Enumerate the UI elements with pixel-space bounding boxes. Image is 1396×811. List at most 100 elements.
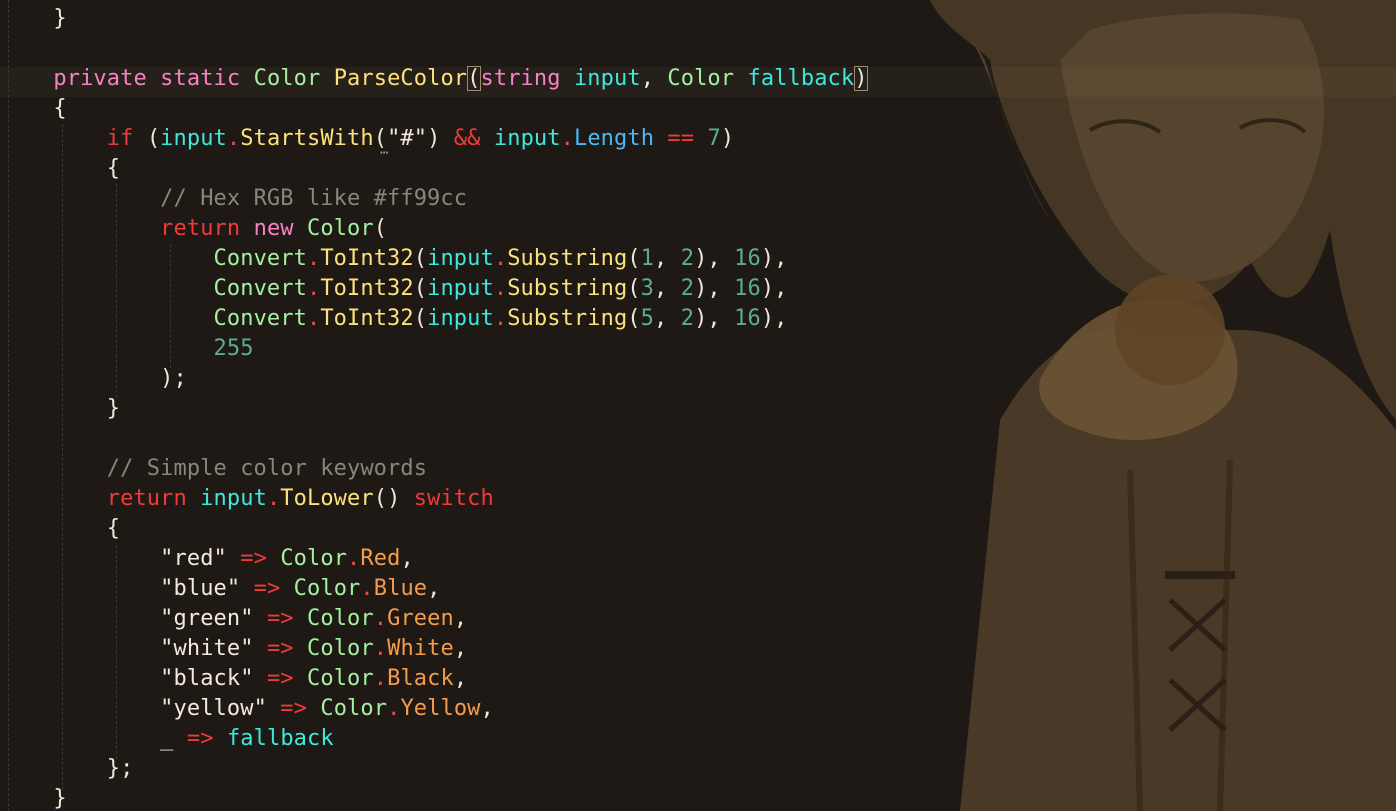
code-line[interactable]: "red" => Color.Red,	[0, 544, 868, 574]
code-token-enum: Yellow	[400, 696, 481, 721]
code-line[interactable]: "black" => Color.Black,	[0, 664, 868, 694]
code-line[interactable]: }	[0, 784, 868, 811]
code-token-string: "green"	[160, 606, 254, 631]
code-line[interactable]: {	[0, 514, 868, 544]
code-line[interactable]: Convert.ToInt32(input.Substring(1, 2), 1…	[0, 244, 868, 274]
code-token-control: =>	[253, 576, 281, 601]
code-token-param: input	[200, 486, 267, 511]
code-token-punct: (	[467, 66, 481, 91]
code-token-number: 3	[640, 276, 655, 301]
code-token-dot: .	[493, 276, 508, 301]
code-token-param: input	[427, 306, 494, 331]
code-token-method: ToInt32	[320, 306, 414, 331]
code-token-dot: .	[306, 246, 321, 271]
code-token-control: =>	[186, 726, 214, 751]
code-token-punct: ),	[694, 246, 735, 271]
code-line[interactable]: {	[0, 94, 868, 124]
code-token-punct: ,	[654, 246, 681, 271]
code-token-keyword: new	[253, 216, 294, 241]
code-line[interactable]: "white" => Color.White,	[0, 634, 868, 664]
code-token-punct: ,	[480, 696, 494, 721]
code-token-dot: .	[387, 696, 401, 721]
code-text-area[interactable]: } private static Color ParseColor(string…	[0, 4, 868, 811]
code-token-param: input	[427, 276, 494, 301]
code-token-number: 2	[680, 276, 695, 301]
code-token-plain: {	[0, 156, 121, 181]
code-token-type: Color	[307, 216, 374, 241]
code-token-control: =>	[266, 636, 294, 661]
code-line[interactable]: "blue" => Color.Blue,	[0, 574, 868, 604]
code-token-string: "red"	[160, 546, 227, 571]
code-token-punct: ,	[453, 636, 468, 661]
code-line[interactable]: 255	[0, 334, 868, 364]
code-token-type: Color	[293, 576, 361, 601]
code-line[interactable]: Convert.ToInt32(input.Substring(3, 2), 1…	[0, 274, 868, 304]
code-line[interactable]: "green" => Color.Green,	[0, 604, 868, 634]
code-token-punct: ),	[694, 276, 735, 301]
code-hint-ellipsis[interactable]: ⋯	[380, 145, 388, 161]
code-token-type: Convert	[213, 246, 307, 271]
code-token-punct: (	[627, 246, 641, 271]
code-line[interactable]: }	[0, 394, 868, 424]
code-line[interactable]: }	[0, 4, 868, 34]
code-token-number: 2	[680, 306, 695, 331]
code-token-param: input	[427, 246, 494, 271]
code-line[interactable]: };	[0, 754, 868, 784]
code-line[interactable]	[0, 424, 868, 454]
code-token-type: Color	[253, 66, 321, 91]
code-token-punct: ),	[760, 306, 788, 331]
code-token-dot: .	[493, 246, 508, 271]
code-line[interactable]: // Simple color keywords	[0, 454, 868, 484]
code-token-punct: ,	[453, 666, 468, 691]
code-line[interactable]: private static Color ParseColor(string i…	[0, 64, 868, 94]
code-token-punct: ,	[654, 276, 681, 301]
code-token-type: Color	[320, 696, 388, 721]
code-line[interactable]: );	[0, 364, 868, 394]
code-line[interactable]: if (input.StartsWith("#") && input.Lengt…	[0, 124, 868, 154]
code-token-enum: White	[387, 636, 454, 661]
code-line[interactable]: {	[0, 154, 868, 184]
code-token-method: ToInt32	[320, 276, 414, 301]
code-token-plain: {	[0, 96, 67, 121]
code-token-keyword: private	[53, 66, 147, 91]
code-line[interactable]: return input.ToLower() switch	[0, 484, 868, 514]
code-token-plain: }	[0, 6, 67, 31]
code-token-punct: )	[427, 126, 454, 151]
code-token-punct: ()	[373, 486, 414, 511]
code-line[interactable]: "yellow" => Color.Yellow,	[0, 694, 868, 724]
code-line[interactable]: _ => fallback	[0, 724, 868, 754]
code-token-plain: {	[0, 516, 121, 541]
code-token-dot: .	[266, 486, 281, 511]
code-line[interactable]: // Hex RGB like #ff99cc	[0, 184, 868, 214]
code-token-punct: (	[627, 306, 641, 331]
code-token-number: 255	[213, 336, 254, 361]
code-token-dot: .	[373, 666, 388, 691]
code-token-comment: // Simple color keywords	[106, 456, 428, 481]
code-token-control: ==	[667, 126, 695, 151]
code-line[interactable]: return new Color(	[0, 214, 868, 244]
code-token-punct: ),	[694, 306, 735, 331]
code-line[interactable]	[0, 34, 868, 64]
code-token-number: 5	[640, 306, 655, 331]
code-token-dot: .	[360, 576, 374, 601]
code-editor[interactable]: } private static Color ParseColor(string…	[0, 0, 1396, 811]
code-line[interactable]: Convert.ToInt32(input.Substring(5, 2), 1…	[0, 304, 868, 334]
code-token-plain: };	[0, 756, 134, 781]
code-token-control: =>	[240, 546, 267, 571]
